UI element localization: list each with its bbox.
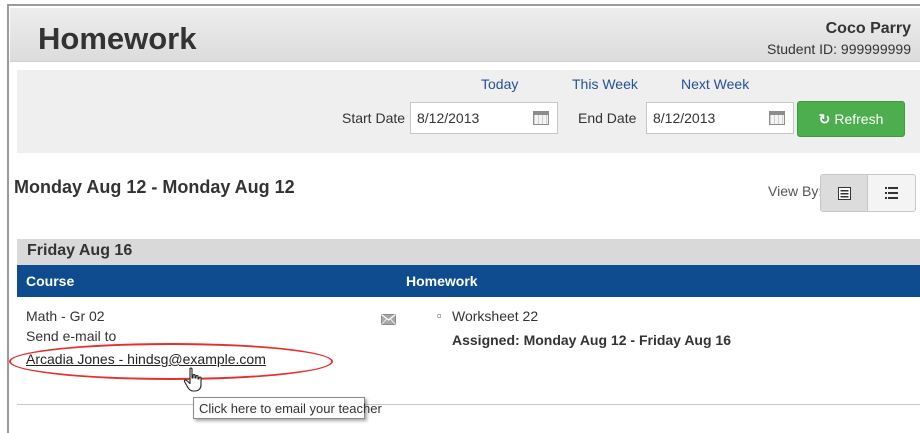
date-range-title: Monday Aug 12 - Monday Aug 12 [14, 177, 295, 197]
today-link[interactable]: Today [481, 76, 518, 92]
day-header: Friday Aug 16 [17, 239, 920, 265]
refresh-button[interactable]: ↻ Refresh [797, 101, 905, 137]
day-view-button[interactable] [821, 175, 869, 211]
calendar-icon[interactable] [533, 111, 549, 125]
start-date-label: Start Date [342, 110, 406, 126]
student-id: Student ID: 999999999 [766, 41, 911, 57]
send-email-label: Send e-mail to [26, 328, 117, 344]
row-divider [17, 404, 920, 405]
highlight-ellipse [9, 343, 333, 380]
table-header: Course Homework [17, 265, 920, 297]
page-header: Homework Coco Parry Student ID: 99999999… [10, 8, 920, 62]
homework-assigned-dates: Assigned: Monday Aug 12 - Friday Aug 16 [452, 332, 732, 348]
this-week-link[interactable]: This Week [572, 76, 638, 92]
hand-cursor-icon [183, 367, 202, 392]
list-view-icon [885, 187, 898, 199]
view-by-label: View By: [768, 183, 823, 199]
end-date-input[interactable]: 8/12/2013 [646, 102, 794, 134]
start-date-input[interactable]: 8/12/2013 [410, 102, 558, 134]
calendar-icon[interactable] [769, 111, 785, 125]
next-week-link[interactable]: Next Week [681, 76, 749, 92]
column-course: Course [26, 273, 75, 289]
page-title: Homework [38, 21, 197, 56]
bullet-icon: ▫ [437, 308, 442, 323]
end-date-value: 8/12/2013 [653, 110, 716, 126]
course-name: Math - Gr 02 [26, 308, 105, 324]
tooltip: Click here to email your teacher [193, 397, 382, 419]
refresh-icon: ↻ [818, 111, 831, 127]
student-name: Coco Parry [825, 20, 911, 37]
envelope-icon[interactable] [381, 314, 396, 325]
end-date-label: End Date [578, 110, 637, 126]
list-view-button[interactable] [868, 175, 915, 211]
column-homework: Homework [406, 273, 478, 289]
start-date-value: 8/12/2013 [417, 110, 480, 126]
homework-title: Worksheet 22 [452, 308, 539, 324]
day-view-icon [837, 186, 851, 200]
view-by-toggle [820, 174, 916, 212]
refresh-label: Refresh [834, 111, 884, 127]
